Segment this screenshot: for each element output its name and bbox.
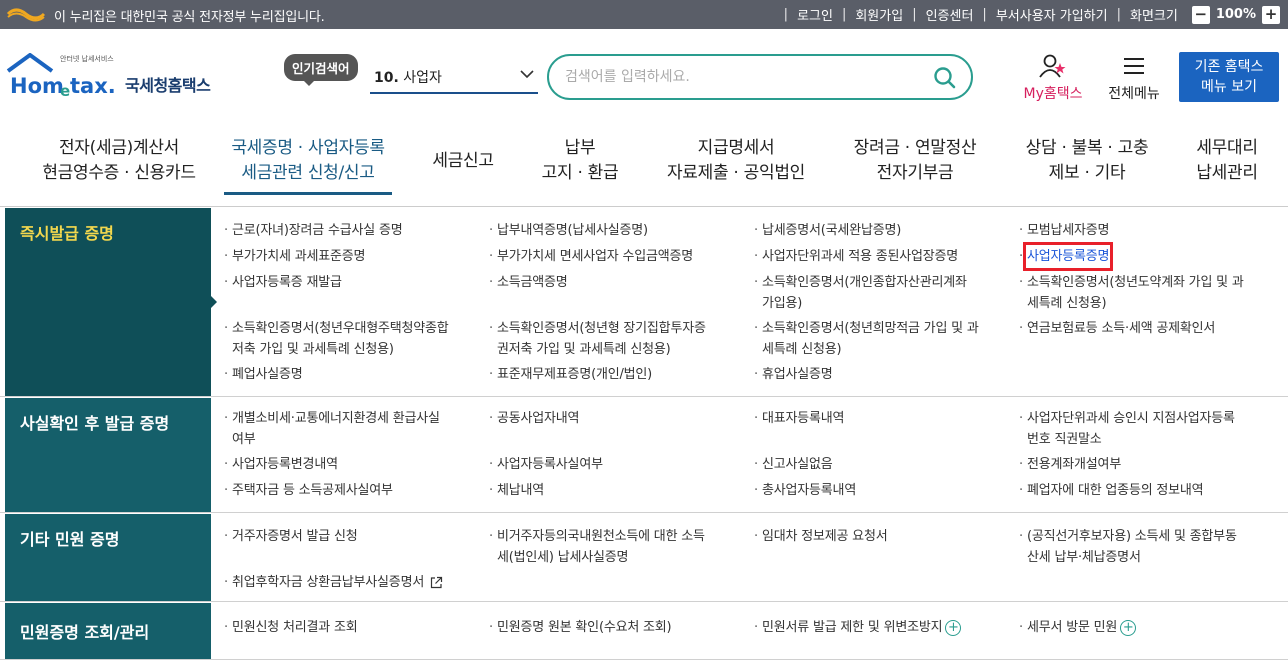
gov-notice-text: 이 누리집은 대한민국 공식 전자정부 누리집입니다.: [54, 10, 325, 25]
section-heading[interactable]: 민원증명 조회/관리: [5, 603, 211, 659]
brand-tagline: 안터넷 납세서비스: [60, 55, 114, 63]
cert-center-link[interactable]: 인증센터: [926, 5, 974, 24]
menu-link[interactable]: 주택자금 등 소득공제사실여부: [224, 480, 393, 501]
zoom-in-button[interactable]: +: [1262, 5, 1280, 24]
menu-link[interactable]: 소득확인증명서(청년형 장기집합투자증권저축 가입 및 과세특례 신청용): [489, 318, 706, 360]
popular-search-badge: 인기검색어: [284, 54, 358, 86]
nav-consulting[interactable]: 상담 · 불복 · 고충 제보 · 기타: [1012, 136, 1162, 186]
active-nav-underline: [224, 192, 392, 195]
egov-logo-icon: [6, 8, 46, 22]
signup-link[interactable]: 회원가입: [855, 5, 903, 24]
menu-link[interactable]: 체납내역: [489, 480, 544, 501]
menu-link[interactable]: 신고사실없음: [754, 454, 833, 475]
menu-link[interactable]: 민원신청 처리결과 조회: [224, 617, 358, 638]
section-other-certificates: 기타 민원 증명 거주자증명서 발급 신청 비거주자등의국내원천소득에 대한 소…: [0, 514, 1288, 602]
nav-tax-agent[interactable]: 세무대리 납세관리: [1185, 136, 1269, 186]
section-immediate-issue: 즉시발급 증명 근로(자녀)장려금 수급사실 증명 납부내역증명(납세사실증명)…: [0, 208, 1288, 397]
user-icon: [1039, 54, 1066, 78]
screen-size-label: 화면크기: [1129, 9, 1178, 24]
popular-search-select[interactable]: 10. 사업자: [370, 62, 538, 94]
top-links: | 로그인 | 회원가입 | 인증센터 | 부서사용자 가입하기 | 화면크기 …: [775, 0, 1280, 29]
all-menu-button[interactable]: 전체메뉴: [1103, 53, 1165, 103]
menu-link[interactable]: 민원증명 원본 확인(수요처 조회): [489, 617, 672, 638]
menu-link[interactable]: 소득확인증명서(청년도약계좌 가입 및 과세특례 신청용): [1019, 272, 1244, 314]
menu-link[interactable]: 총사업자등록내역: [754, 480, 856, 501]
svg-text:e: e: [60, 82, 70, 99]
section-certificate-inquiry: 민원증명 조회/관리 민원신청 처리결과 조회 민원증명 원본 확인(수요처 조…: [0, 603, 1288, 660]
popular-term: 사업자: [403, 70, 442, 86]
menu-link[interactable]: 소득확인증명서(청년희망적금 가입 및 과세특례 신청용): [754, 318, 979, 360]
nav-payment-statements[interactable]: 지급명세서 자료제출 · 공익법인: [655, 136, 817, 186]
external-link-icon: [430, 576, 443, 589]
svg-text:tax.: tax.: [70, 74, 116, 98]
menu-link[interactable]: 모범납세자증명: [1019, 220, 1110, 241]
zoom-level: 100%: [1215, 7, 1256, 22]
menu-link[interactable]: 개별소비세·교통에너지환경세 환급사실여부: [224, 408, 440, 450]
menu-link[interactable]: 전용계좌개설여부: [1019, 454, 1121, 475]
zoom-out-button[interactable]: −: [1191, 5, 1210, 24]
menu-link[interactable]: 민원서류 발급 제한 및 위변조방지+: [754, 617, 962, 638]
search-input[interactable]: [565, 66, 915, 88]
menu-link[interactable]: 소득확인증명서(개인종합자산관리계좌가입용): [754, 272, 967, 314]
menu-link[interactable]: 취업후학자금 상환금납부사실증명서: [224, 572, 443, 593]
menu-link[interactable]: 근로(자녀)장려금 수급사실 증명: [224, 220, 403, 241]
menu-link[interactable]: 공동사업자내역: [489, 408, 580, 429]
menu-link[interactable]: 표준재무제표증명(개인/법인): [489, 364, 652, 385]
menu-link[interactable]: 대표자등록내역: [754, 408, 845, 429]
menu-link[interactable]: 부가가치세 면세사업자 수입금액증명: [489, 246, 693, 267]
svg-text:Hom: Hom: [10, 74, 64, 98]
menu-link[interactable]: 휴업사실증명: [754, 364, 833, 385]
section-heading[interactable]: 즉시발급 증명: [5, 208, 217, 396]
top-utility-bar: 이 누리집은 대한민국 공식 전자정부 누리집입니다. | 로그인 | 회원가입…: [0, 0, 1288, 29]
nav-certificates[interactable]: 국세증명 · 사업자등록 세금관련 신청/신고: [218, 136, 398, 186]
search-icon[interactable]: [933, 66, 957, 94]
chevron-down-icon: [520, 68, 534, 83]
menu-link[interactable]: 사업자단위과세 승인시 지점사업자등록번호 직권말소: [1019, 408, 1235, 450]
menu-link[interactable]: 연금보험료등 소득·세액 공제확인서: [1019, 318, 1215, 339]
menu-link[interactable]: 납세증명서(국세완납증명): [754, 220, 901, 241]
menu-link[interactable]: 부가가치세 과세표준증명: [224, 246, 366, 267]
site-header: Hom e tax. 안터넷 납세서비스 국세청홈택스 인기검색어 10. 사업…: [0, 29, 1288, 119]
dept-signup-link[interactable]: 부서사용자 가입하기: [996, 5, 1108, 24]
nav-tax-filing[interactable]: 세금신고: [420, 149, 506, 174]
menu-link[interactable]: 비거주자등의국내원천소득에 대한 소득세(법인세) 납세사실증명: [489, 526, 705, 568]
nav-payment[interactable]: 납부 고지 · 환급: [530, 136, 630, 186]
menu-link[interactable]: (공직선거후보자용) 소득세 및 종합부동산세 납부·체납증명서: [1019, 526, 1237, 568]
section-heading[interactable]: 기타 민원 증명: [5, 514, 211, 601]
my-hometax-button[interactable]: My홈택스: [1018, 53, 1088, 103]
section-heading[interactable]: 사실확인 후 발급 증명: [5, 398, 211, 512]
expand-plus-icon[interactable]: +: [1120, 619, 1137, 636]
menu-link[interactable]: 거주자증명서 발급 신청: [224, 526, 358, 547]
menu-link[interactable]: 임대차 정보제공 요청서: [754, 526, 888, 547]
my-hometax-label: My홈택스: [1023, 86, 1083, 102]
popular-rank: 10.: [374, 70, 399, 86]
brand-korean-name: 국세청홈택스: [125, 76, 211, 95]
menu-link[interactable]: 소득금액증명: [489, 272, 568, 293]
hamburger-menu-icon: [1124, 58, 1144, 74]
nav-e-invoice[interactable]: 전자(세금)계산서 현금영수증 · 신용카드: [26, 136, 212, 186]
nav-incentives[interactable]: 장려금 · 연말정산 전자기부금: [840, 136, 990, 186]
menu-link[interactable]: 사업자단위과세 적용 종된사업장증명: [754, 246, 958, 267]
old-hometax-menu-button[interactable]: 기존 홈택스 메뉴 보기: [1179, 52, 1279, 102]
expand-plus-icon[interactable]: +: [945, 619, 962, 636]
menu-link[interactable]: 납부내역증명(납세사실증명): [489, 220, 648, 241]
section-verify-then-issue: 사실확인 후 발급 증명 개별소비세·교통에너지환경세 환급사실여부 공동사업자…: [0, 398, 1288, 513]
menu-link[interactable]: 폐업자에 대한 업종등의 정보내역: [1019, 480, 1204, 501]
hometax-logo[interactable]: Hom e tax. 안터넷 납세서비스 국세청홈택스: [6, 52, 221, 100]
menu-link[interactable]: 세무서 방문 민원+: [1019, 617, 1137, 638]
menu-link-business-registration-cert[interactable]: 사업자등록증명: [1019, 242, 1114, 271]
global-nav: 전자(세금)계산서 현금영수증 · 신용카드 국세증명 · 사업자등록 세금관련 신…: [0, 119, 1288, 207]
search-box: [547, 54, 973, 100]
menu-link[interactable]: 사업자등록사실여부: [489, 454, 603, 475]
menu-link[interactable]: 사업자등록증 재발급: [224, 272, 342, 293]
login-link[interactable]: 로그인: [797, 5, 833, 24]
menu-link[interactable]: 폐업사실증명: [224, 364, 303, 385]
menu-link[interactable]: 사업자등록변경내역: [224, 454, 338, 475]
menu-link[interactable]: 소득확인증명서(청년우대형주택청약종합저축 가입 및 과세특례 신청용): [224, 318, 449, 360]
all-menu-label: 전체메뉴: [1108, 86, 1160, 102]
